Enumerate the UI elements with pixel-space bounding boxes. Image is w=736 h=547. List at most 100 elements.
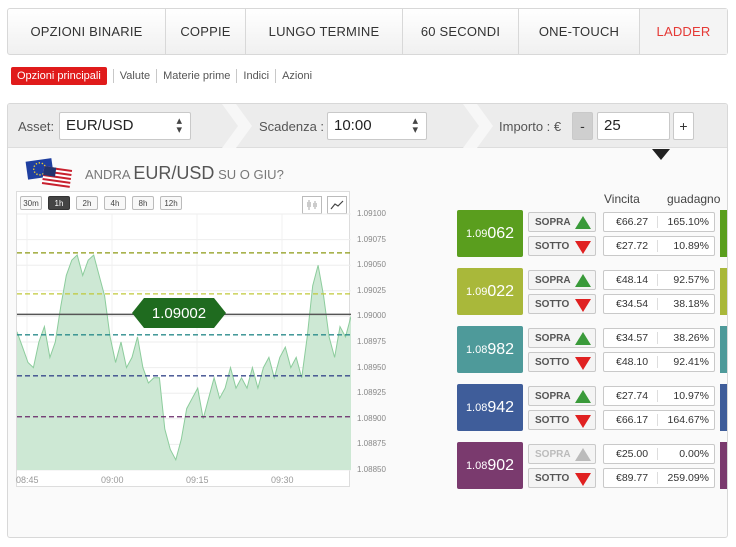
- sopra-payout: €25.00 0.00%: [603, 444, 715, 464]
- sotto-button[interactable]: SOTTO: [528, 294, 596, 314]
- category-indici[interactable]: Indici: [243, 70, 269, 82]
- sopra-label: SOPRA: [535, 390, 571, 402]
- payout-percent: 10.97%: [673, 390, 709, 402]
- payout-percent: 0.00%: [679, 448, 709, 460]
- arrow-down-icon: [575, 357, 591, 370]
- level-digits: 022: [487, 282, 515, 300]
- x-tick-label: 09:30: [271, 475, 294, 485]
- y-tick-label: 1.09025: [357, 285, 386, 295]
- sopra-payout: €48.14 92.57%: [603, 270, 715, 290]
- payout-amount: €25.00: [604, 448, 658, 460]
- payout-amount: €66.27: [604, 216, 658, 228]
- chevron-separator-icon: [463, 104, 493, 148]
- row-color-edge: [720, 210, 727, 257]
- expiry-select[interactable]: 10:00 ▴ ▾: [327, 112, 427, 140]
- divider: [156, 69, 158, 83]
- payout-percent: 92.41%: [673, 356, 709, 368]
- payout-amount: €48.14: [604, 274, 658, 286]
- sotto-button[interactable]: SOTTO: [528, 236, 596, 256]
- decrease-amount-button[interactable]: -: [572, 112, 593, 140]
- divider: [112, 69, 114, 83]
- payout-amount: €34.54: [604, 298, 658, 310]
- asset-select[interactable]: EUR/USD ▴ ▾: [59, 112, 191, 140]
- sopra-payout: €34.57 38.26%: [603, 328, 715, 348]
- category-azioni[interactable]: Azioni: [282, 70, 312, 82]
- tab-lungo-termine[interactable]: LUNGO TERMINE: [246, 9, 403, 54]
- arrow-up-icon: [575, 332, 591, 345]
- sopra-button[interactable]: SOPRA: [528, 444, 596, 464]
- payout-percent: 38.26%: [673, 332, 709, 344]
- tab-60-secondi[interactable]: 60 SECONDI: [403, 9, 519, 54]
- arrow-up-icon: [575, 216, 591, 229]
- category-opzioni-principali[interactable]: Opzioni principali: [11, 67, 107, 85]
- y-tick-label: 1.08850: [357, 465, 386, 474]
- x-tick-label: 09:00: [101, 475, 124, 485]
- level-prefix: 1.09: [465, 227, 488, 240]
- sotto-payout: €66.17 164.67%: [603, 410, 715, 430]
- tab-opzioni-binarie[interactable]: OPZIONI BINARIE: [8, 9, 166, 54]
- arrow-down-icon: [575, 299, 591, 312]
- sotto-button[interactable]: SOTTO: [528, 410, 596, 430]
- row-color-edge: [720, 442, 727, 489]
- sotto-button[interactable]: SOTTO: [528, 352, 596, 372]
- arrow-up-icon: [575, 274, 591, 287]
- ladder-level: 1.08 902: [457, 442, 523, 489]
- sotto-payout: €27.72 10.89%: [603, 236, 715, 256]
- expiry-label: Scadenza :: [259, 119, 325, 134]
- amount-label: Importo : €: [499, 119, 562, 134]
- arrow-down-icon: [575, 473, 591, 486]
- chart-canvas: [17, 213, 351, 471]
- level-digits: 902: [487, 456, 515, 474]
- sotto-label: SOTTO: [535, 240, 570, 252]
- eu-us-flag-icon: [25, 158, 73, 188]
- question-prefix: ANDRA: [85, 167, 130, 182]
- payout-percent: 164.67%: [667, 414, 709, 426]
- payout-amount: €27.72: [604, 240, 658, 252]
- sopra-button[interactable]: SOPRA: [528, 386, 596, 406]
- sotto-payout: €34.54 38.18%: [603, 294, 715, 314]
- level-digits: 982: [487, 340, 515, 358]
- divider: [275, 69, 277, 83]
- payout-amount: €48.10: [604, 356, 658, 368]
- y-tick-label: 1.09100: [357, 209, 386, 218]
- ladder-level: 1.09 022: [457, 268, 523, 315]
- price-chart: 30m 1h 2h 4h 8h 12h 1.09100 1.09075 1.0905…: [16, 191, 386, 487]
- sopra-label: SOPRA: [535, 332, 571, 344]
- sotto-button[interactable]: SOTTO: [528, 468, 596, 488]
- sotto-label: SOTTO: [535, 414, 570, 426]
- divider: [236, 69, 238, 83]
- payout-percent: 38.18%: [673, 298, 709, 310]
- sotto-payout: €48.10 92.41%: [603, 352, 715, 372]
- sopra-payout: €66.27 165.10%: [603, 212, 715, 232]
- level-digits: 942: [487, 398, 515, 416]
- sopra-payout: €27.74 10.97%: [603, 386, 715, 406]
- y-tick-label: 1.09000: [357, 311, 386, 321]
- market-tabs: OPZIONI BINARIE COPPIE LUNGO TERMINE 60 …: [7, 8, 728, 55]
- trading-panel: Asset: EUR/USD ▴ ▾ Scadenza : 10:00 ▴ ▾ Im…: [7, 103, 728, 538]
- y-tick-label: 1.08875: [357, 439, 386, 449]
- level-digits: 062: [487, 224, 515, 242]
- increase-amount-button[interactable]: +: [673, 112, 694, 140]
- updown-arrows-icon: ▴ ▾: [176, 115, 182, 136]
- payout-amount: €27.74: [604, 390, 658, 402]
- tab-ladder[interactable]: LADDER: [640, 9, 727, 54]
- guadagno-header: guadagno: [667, 192, 721, 206]
- sopra-button[interactable]: SOPRA: [528, 212, 596, 232]
- amount-input[interactable]: 25: [597, 112, 670, 140]
- sopra-button[interactable]: SOPRA: [528, 328, 596, 348]
- sotto-label: SOTTO: [535, 472, 570, 484]
- category-materie-prime[interactable]: Materie prime: [163, 70, 230, 82]
- chevron-separator-icon: [222, 104, 252, 148]
- x-tick-label: 09:15: [186, 475, 209, 485]
- arrow-up-icon: [575, 390, 591, 403]
- payout-percent: 10.89%: [673, 240, 709, 252]
- sopra-button[interactable]: SOPRA: [528, 270, 596, 290]
- category-valute[interactable]: Valute: [120, 70, 150, 82]
- tab-coppie[interactable]: COPPIE: [166, 9, 246, 54]
- payout-percent: 92.57%: [673, 274, 709, 286]
- current-price-tag: 1.09002: [132, 298, 226, 329]
- tab-one-touch[interactable]: ONE-TOUCH: [519, 9, 640, 54]
- question-suffix: SU O GIU?: [218, 167, 284, 182]
- expiry-value: 10:00: [334, 117, 372, 134]
- payout-amount: €66.17: [604, 414, 658, 426]
